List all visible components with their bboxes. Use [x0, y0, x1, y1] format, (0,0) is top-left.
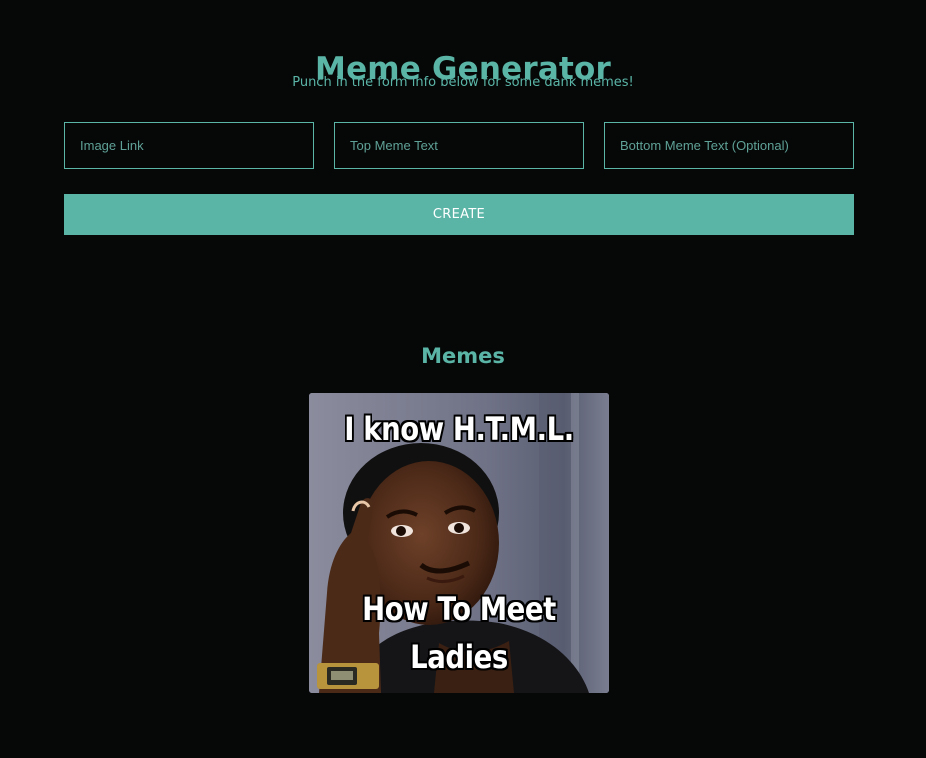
meme-top-text: I know H.T.M.L.: [344, 410, 574, 448]
top-text-input[interactable]: [334, 122, 584, 169]
create-button[interactable]: CREATE: [64, 194, 854, 235]
bottom-text-input[interactable]: [604, 122, 854, 169]
meme-form: CREATE: [0, 0, 926, 260]
image-link-input[interactable]: [64, 122, 314, 169]
memes-section-title: Memes: [421, 344, 505, 369]
meme-bottom-text: How To Meet Ladies: [362, 590, 556, 676]
meme-card[interactable]: I know H.T.M.L. How To Meet Ladies: [309, 393, 609, 693]
